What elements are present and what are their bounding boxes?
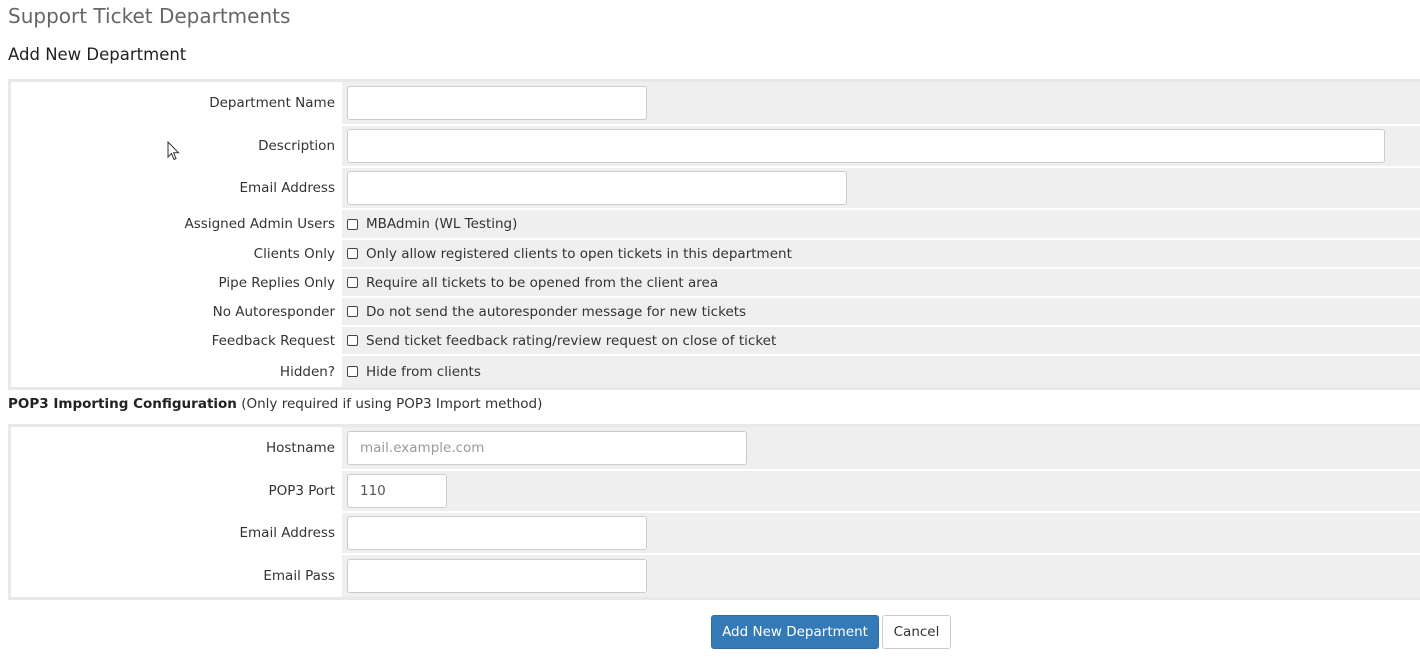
cancel-button[interactable]: Cancel: [882, 615, 951, 649]
mouse-cursor-icon: [167, 141, 180, 161]
hostname-input[interactable]: [347, 431, 747, 465]
hidden-checkbox[interactable]: [347, 366, 358, 377]
no-autoresponder-label: No Autoresponder: [11, 298, 342, 325]
row-no-autoresponder: No Autoresponder Do not send the autores…: [11, 298, 1420, 327]
feedback-request-checkbox[interactable]: [347, 335, 358, 346]
pop3-port-label: POP3 Port: [11, 471, 342, 511]
pop3-heading: POP3 Importing Configuration (Only requi…: [8, 393, 542, 415]
pop3-port-input[interactable]: [347, 474, 447, 508]
row-feedback-request: Feedback Request Send ticket feedback ra…: [11, 327, 1420, 356]
feedback-request-label: Feedback Request: [11, 327, 342, 354]
row-department-name: Department Name: [11, 82, 1420, 126]
row-pipe-replies-only: Pipe Replies Only Require all tickets to…: [11, 269, 1420, 298]
hidden-label: Hidden?: [11, 356, 342, 387]
department-name-label: Department Name: [11, 82, 342, 124]
row-hostname: Hostname: [11, 427, 1420, 471]
hostname-label: Hostname: [11, 427, 342, 469]
assigned-admin-users-label: Assigned Admin Users: [11, 210, 342, 238]
pop3-form-table: Hostname POP3 Port Email Address Email P…: [8, 424, 1420, 600]
email-address-input[interactable]: [347, 171, 847, 205]
no-autoresponder-checkbox[interactable]: [347, 306, 358, 317]
row-email-address: Email Address: [11, 168, 1420, 210]
assigned-admin-mbadmin-label[interactable]: MBAdmin (WL Testing): [366, 216, 517, 232]
feedback-request-option-label[interactable]: Send ticket feedback rating/review reque…: [366, 333, 776, 349]
pipe-replies-only-checkbox[interactable]: [347, 277, 358, 288]
no-autoresponder-option-label[interactable]: Do not send the autoresponder message fo…: [366, 304, 746, 320]
hidden-option-label[interactable]: Hide from clients: [366, 364, 481, 380]
clients-only-label: Clients Only: [11, 240, 342, 267]
pop3-email-address-input[interactable]: [347, 516, 647, 550]
clients-only-option-label[interactable]: Only allow registered clients to open ti…: [366, 246, 792, 262]
row-pop3-email-address: Email Address: [11, 513, 1420, 555]
assigned-admin-mbadmin-checkbox[interactable]: [347, 218, 358, 230]
row-clients-only: Clients Only Only allow registered clien…: [11, 240, 1420, 269]
clients-only-checkbox[interactable]: [347, 248, 358, 259]
pop3-heading-title: POP3 Importing Configuration: [8, 396, 237, 412]
section-title: Add New Department: [8, 45, 187, 64]
page: Support Ticket Departments Add New Depar…: [0, 0, 1420, 657]
row-assigned-admin-users: Assigned Admin Users MBAdmin (WL Testing…: [11, 210, 1420, 240]
pop3-heading-note: (Only required if using POP3 Import meth…: [236, 396, 543, 412]
add-new-department-button[interactable]: Add New Department: [711, 615, 879, 649]
email-pass-input[interactable]: [347, 559, 647, 593]
page-title: Support Ticket Departments: [8, 4, 291, 28]
pipe-replies-only-option-label[interactable]: Require all tickets to be opened from th…: [366, 275, 718, 291]
pop3-email-address-label: Email Address: [11, 513, 342, 553]
description-input[interactable]: [347, 129, 1385, 163]
department-name-input[interactable]: [347, 86, 647, 120]
email-address-label: Email Address: [11, 168, 342, 208]
row-pop3-port: POP3 Port: [11, 471, 1420, 513]
row-email-pass: Email Pass: [11, 555, 1420, 597]
email-pass-label: Email Pass: [11, 555, 342, 597]
pipe-replies-only-label: Pipe Replies Only: [11, 269, 342, 296]
row-description: Description: [11, 126, 1420, 168]
row-hidden: Hidden? Hide from clients: [11, 356, 1420, 387]
department-form-table: Department Name Description Email Addres…: [8, 79, 1420, 390]
